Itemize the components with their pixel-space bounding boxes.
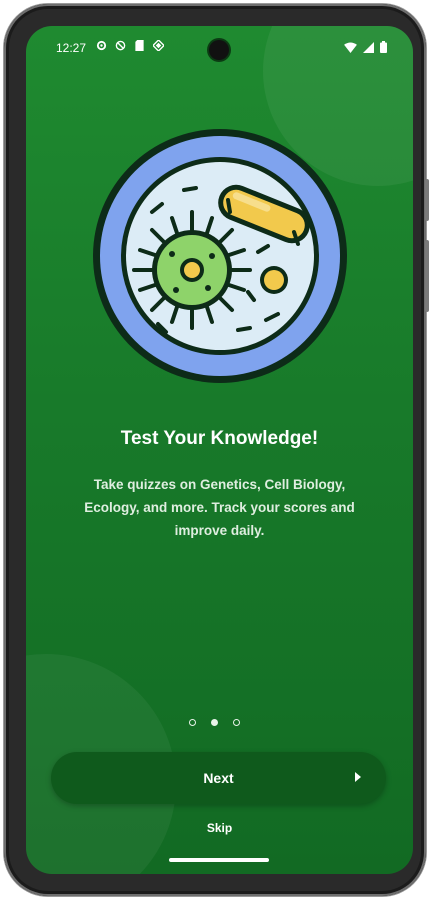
signal-icon xyxy=(363,41,374,56)
cell-bacteria-illustration xyxy=(93,129,347,383)
data-saver-icon xyxy=(153,40,164,51)
settings-icon xyxy=(96,40,107,51)
arrow-right-icon xyxy=(354,769,362,785)
volume-button xyxy=(425,240,429,312)
skip-button[interactable]: Skip xyxy=(26,821,413,835)
sim-icon xyxy=(134,40,145,51)
page-title: Test Your Knowledge! xyxy=(120,428,319,449)
status-bar: 12:27 xyxy=(26,26,413,70)
page-description: Take quizzes on Genetics, Cell Biology, … xyxy=(84,477,355,538)
wifi-icon xyxy=(344,41,357,56)
battery-icon xyxy=(380,41,387,56)
page-dot[interactable] xyxy=(189,719,196,726)
next-button[interactable]: Next xyxy=(51,752,386,804)
page-dot[interactable] xyxy=(233,719,240,726)
phone-frame: 12:27 Test Your Knowledge! Take quizzes … xyxy=(4,4,429,896)
screen: 12:27 Test Your Knowledge! Take quizzes … xyxy=(26,26,413,874)
front-camera xyxy=(209,40,229,60)
page-indicator xyxy=(189,719,240,726)
page-dot-active[interactable] xyxy=(211,719,218,726)
next-button-label: Next xyxy=(203,770,234,786)
block-icon xyxy=(115,40,126,51)
status-time: 12:27 xyxy=(56,41,87,55)
home-indicator[interactable] xyxy=(169,858,269,862)
power-button xyxy=(425,179,429,221)
